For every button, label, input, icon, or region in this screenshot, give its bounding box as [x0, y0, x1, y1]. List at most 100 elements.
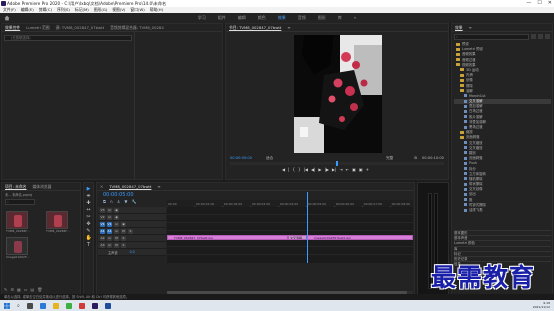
tab-project[interactable]: 项目: 未命名 — [5, 183, 26, 190]
track-target-a3[interactable]: A3 — [100, 242, 105, 248]
mute-button[interactable]: M — [114, 242, 119, 248]
effects-search-input[interactable]: ⌕ — [454, 34, 529, 40]
source-patch-a1[interactable]: A1 — [100, 228, 105, 234]
wrench-icon[interactable]: ⚙ — [414, 155, 417, 161]
timeline-menu-icon[interactable]: ≡ — [157, 183, 160, 190]
edge-browser-icon[interactable] — [39, 302, 46, 309]
new-bin-icon[interactable]: ▭ — [24, 287, 28, 294]
tab-media-browser[interactable]: 媒体浏览器 — [32, 183, 51, 190]
add-marker-icon[interactable]: ▼ — [124, 199, 127, 204]
ripple-edit-tool-icon[interactable]: ✚ — [86, 200, 92, 206]
program-monitor-title[interactable]: 节目: TVM8_002847_07bwtt — [229, 24, 281, 31]
program-scrub-bar[interactable] — [230, 161, 444, 166]
32bit-effects-icon[interactable] — [538, 34, 543, 39]
razor-tool-icon[interactable]: ✂ — [86, 214, 92, 220]
track-lane-a3[interactable] — [167, 247, 413, 255]
mute-button[interactable]: M — [114, 235, 119, 241]
timeline-settings-icon[interactable]: 🔧 — [131, 199, 136, 204]
search-icon[interactable]: ⌕ — [17, 303, 20, 309]
cross-dissolve-transition[interactable]: 交叉溶解 — [288, 235, 307, 240]
project-search-input[interactable]: ⌕ — [5, 199, 35, 205]
type-tool-icon[interactable]: T — [86, 242, 92, 248]
list-view-icon[interactable]: ☰ — [10, 287, 14, 294]
track-target-a2[interactable]: A2 — [100, 235, 105, 241]
timeline-clip[interactable]: image01002F67bwtt.jpg — [306, 235, 413, 240]
extract-button[interactable]: ⇤ — [346, 166, 349, 174]
track-target-v2[interactable]: V2 — [100, 214, 105, 220]
timeline-timecode[interactable]: 00:00:05:00 — [103, 192, 134, 198]
timeline-playhead[interactable] — [306, 192, 308, 263]
workspace-graphics[interactable]: 图形 — [318, 13, 326, 23]
app-icon-red[interactable] — [78, 302, 85, 309]
yuv-effects-icon[interactable] — [545, 34, 550, 39]
sync-lock-icon[interactable]: ⊡ — [114, 221, 119, 227]
add-marker-button[interactable]: ◀ — [282, 166, 285, 174]
sync-lock-icon[interactable]: ⊡ — [107, 242, 112, 248]
home-icon[interactable] — [4, 15, 10, 21]
program-timecode-current[interactable]: 00:00:00:00 — [230, 156, 252, 160]
tab-lumetri-scopes[interactable]: Lumetri 范围 — [26, 24, 49, 31]
eye-icon[interactable]: ◉ — [114, 214, 119, 220]
timeline-close-icon[interactable]: ✕ — [100, 183, 103, 190]
solo-button[interactable]: S — [121, 242, 126, 248]
task-view-icon[interactable] — [26, 302, 33, 309]
effects-panel-menu-icon[interactable]: ≡ — [469, 24, 472, 31]
slip-tool-icon[interactable]: ✥ — [86, 221, 92, 227]
track-target-a1[interactable]: A1 — [107, 228, 112, 234]
tab-effect-controls[interactable]: 效果控件 — [5, 24, 20, 31]
track-area[interactable]: TVM8_002847_07bwtt.jpg 交叉溶解 image01002F6… — [167, 192, 413, 263]
comparison-view-button[interactable]: ▣ — [359, 166, 363, 174]
pencil-icon[interactable]: ✎ — [4, 287, 7, 294]
workspace-more[interactable]: » — [354, 13, 356, 23]
effects-item[interactable]: 油漆飞溅 — [454, 208, 551, 213]
track-lane-v1[interactable] — [167, 223, 413, 231]
rolling-edit-tool-icon[interactable]: ↔ — [86, 207, 92, 213]
source-patch-v1[interactable]: V1 — [100, 221, 105, 227]
sync-lock-icon[interactable]: ⊡ — [114, 228, 119, 234]
track-lane-v3[interactable] — [167, 207, 413, 215]
go-to-out-button[interactable]: } — [298, 166, 301, 174]
windows-start-icon[interactable] — [4, 302, 10, 309]
go-to-in-button[interactable]: { — [292, 166, 295, 174]
export-frame-button[interactable]: ▣ — [352, 166, 356, 174]
track-lane-a2[interactable] — [167, 239, 413, 247]
eye-icon[interactable]: ◉ — [114, 207, 119, 213]
nest-icon[interactable]: ⧉ — [103, 199, 106, 204]
workspace-libraries[interactable]: 库 — [338, 13, 342, 23]
eye-icon[interactable]: ◉ — [121, 221, 126, 227]
workspace-audio[interactable]: 音频 — [298, 13, 306, 23]
track-select-tool-icon[interactable]: ⇼ — [86, 193, 92, 199]
file-explorer-icon[interactable] — [52, 302, 59, 309]
master-volume-value[interactable]: 0.0 — [130, 250, 135, 254]
pen-tool-icon[interactable]: ✎ — [86, 228, 92, 234]
track-target-v1[interactable]: V1 — [107, 221, 112, 227]
workspace-learning[interactable]: 学习 — [198, 13, 206, 23]
program-video-frame[interactable] — [294, 35, 382, 153]
app-icon-blue[interactable] — [104, 302, 111, 309]
mark-in-button[interactable]: | — [288, 166, 289, 174]
timeline-clip[interactable]: TVM8_002847_07bwtt.jpg — [167, 235, 289, 240]
snap-icon[interactable]: ∩ — [110, 199, 113, 204]
step-forward-frame-button[interactable]: |▶ — [324, 166, 328, 174]
sync-lock-icon[interactable]: ⊡ — [107, 235, 112, 241]
lift-button[interactable]: ⇥ — [339, 166, 342, 174]
step-back-frame-button[interactable]: ◀| — [311, 166, 315, 174]
minimize-button[interactable]: — — [526, 0, 531, 7]
tab-source[interactable]: 源: TVM8_002847_07bwtt — [56, 24, 105, 31]
icon-view-icon[interactable]: ▦ — [17, 287, 21, 294]
project-item[interactable]: TVM8_00284F... — [46, 211, 72, 233]
quality-dropdown[interactable]: 完整 — [386, 155, 393, 161]
hand-tool-icon[interactable]: ✋ — [86, 235, 92, 241]
workspace-editing[interactable]: 编辑 — [238, 13, 246, 23]
program-monitor-menu-icon[interactable]: ≡ — [287, 24, 290, 31]
timeline-sequence-tab[interactable]: TVM8_002847_07bwtt — [109, 183, 151, 190]
fit-dropdown[interactable]: 适合 — [266, 155, 273, 161]
play-button[interactable]: ▶ — [318, 166, 321, 174]
track-lane-v2[interactable] — [167, 215, 413, 223]
project-item[interactable]: TVM8_00284F... — [6, 211, 32, 233]
taskbar-clock[interactable]: 9:18 2021/11/12 — [533, 300, 550, 311]
solo-button[interactable]: S — [128, 228, 133, 234]
project-item[interactable]: Image01002F... — [6, 237, 32, 259]
effects-panel-title[interactable]: 效果 — [455, 24, 463, 31]
solo-button[interactable]: S — [121, 235, 126, 241]
